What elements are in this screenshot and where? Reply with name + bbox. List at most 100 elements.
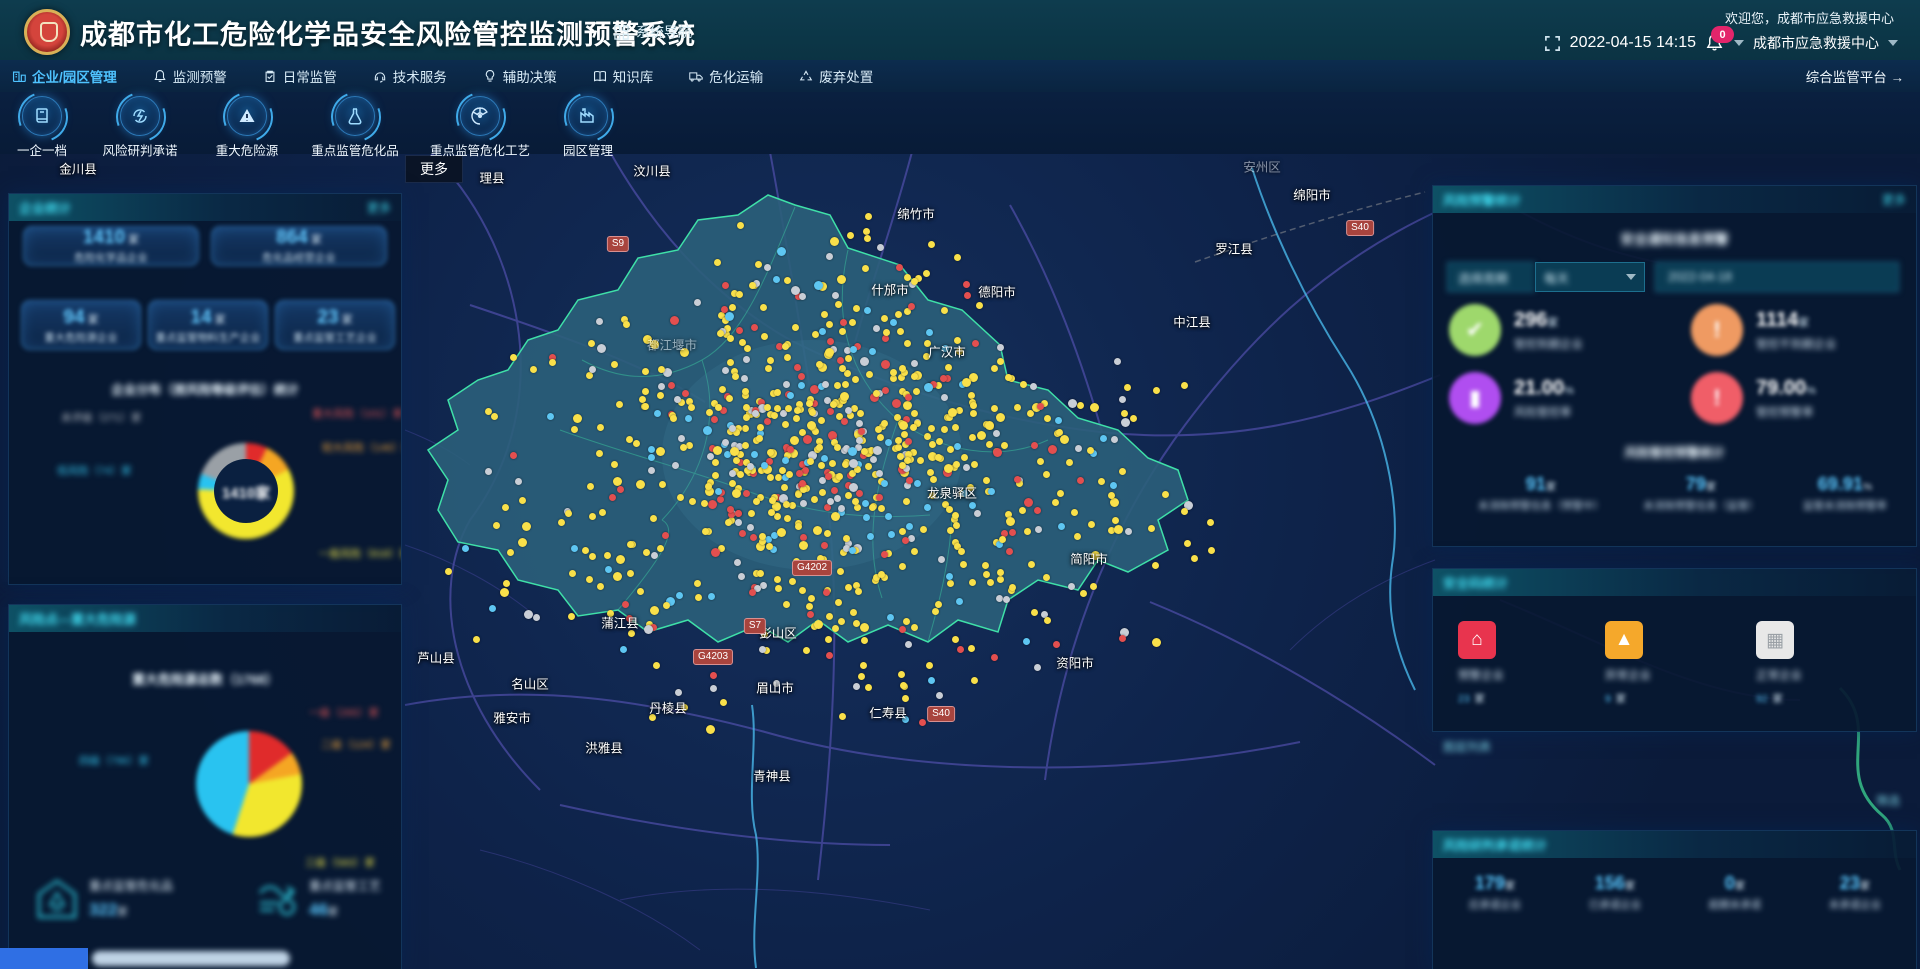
enterprise-dot[interactable] (960, 561, 967, 568)
enterprise-dot[interactable] (834, 495, 841, 502)
enterprise-dot[interactable] (926, 329, 933, 336)
enterprise-dot[interactable] (902, 537, 909, 544)
enterprise-dot[interactable] (713, 446, 722, 455)
nav-item-tech-service[interactable]: 技术服务 (373, 66, 447, 86)
subnav-item-park-management[interactable]: 园区管理 (533, 96, 643, 159)
enterprise-dot[interactable] (953, 522, 960, 529)
enterprise-dot[interactable] (837, 275, 846, 284)
enterprise-dot[interactable] (835, 301, 842, 308)
enterprise-dot[interactable] (982, 562, 989, 569)
map-overlay-left[interactable]: 图层列表 (1443, 738, 1491, 755)
enterprise-dot[interactable] (877, 434, 884, 441)
nav-item-enterprise-park[interactable]: 企业/园区管理 (12, 66, 117, 86)
enterprise-dot[interactable] (823, 589, 830, 596)
enterprise-dot[interactable] (672, 462, 679, 469)
enterprise-dot[interactable] (877, 244, 884, 251)
enterprise-dot[interactable] (654, 410, 661, 417)
enterprise-dot[interactable] (911, 624, 918, 631)
enterprise-dot[interactable] (727, 335, 734, 342)
enterprise-dot[interactable] (897, 453, 904, 460)
enterprise-dot[interactable] (675, 689, 682, 696)
enterprise-dot[interactable] (991, 405, 998, 412)
nav-item-decision-support[interactable]: 辅助决策 (483, 66, 557, 86)
enterprise-dot[interactable] (849, 547, 856, 554)
enterprise-dot[interactable] (1114, 358, 1121, 365)
enterprise-dot[interactable] (837, 568, 844, 575)
enterprise-dot[interactable] (845, 407, 852, 414)
enterprise-dot[interactable] (1005, 374, 1012, 381)
enterprise-dot[interactable] (799, 587, 806, 594)
enterprise-dot[interactable] (1024, 498, 1033, 507)
enterprise-dot[interactable] (530, 366, 537, 373)
enterprise-dot[interactable] (899, 365, 906, 372)
enterprise-dot[interactable] (811, 496, 818, 503)
enterprise-dot[interactable] (928, 241, 935, 248)
enterprise-dot[interactable] (1162, 491, 1169, 498)
enterprise-dot[interactable] (813, 526, 822, 535)
enterprise-dot[interactable] (1009, 584, 1016, 591)
enterprise-dot[interactable] (821, 542, 828, 549)
enterprise-dot[interactable] (901, 431, 908, 438)
enterprise-dot[interactable] (650, 515, 657, 522)
enterprise-dot[interactable] (827, 408, 834, 415)
nav-item-daily-supervision[interactable]: 日常监管 (263, 66, 337, 86)
enterprise-dot[interactable] (806, 400, 813, 407)
enterprise-dot[interactable] (839, 328, 846, 335)
enterprise-dot[interactable] (656, 447, 665, 456)
enterprise-dot[interactable] (845, 584, 852, 591)
enterprise-dot[interactable] (760, 582, 767, 589)
enterprise-dot[interactable] (1074, 533, 1081, 540)
enterprise-dot[interactable] (725, 312, 734, 321)
enterprise-dot[interactable] (834, 444, 841, 451)
enterprise-dot[interactable] (814, 620, 823, 629)
enterprise-dot[interactable] (753, 498, 760, 505)
enterprise-dot[interactable] (997, 569, 1004, 576)
enterprise-dot[interactable] (941, 426, 948, 433)
enterprise-dot[interactable] (617, 486, 624, 493)
enterprise-dot[interactable] (547, 413, 554, 420)
enterprise-dot[interactable] (838, 618, 845, 625)
enterprise-dot[interactable] (792, 324, 799, 331)
enterprise-dot[interactable] (727, 359, 734, 366)
enterprise-dot[interactable] (807, 421, 816, 430)
enterprise-dot[interactable] (946, 573, 953, 580)
enterprise-dot[interactable] (911, 410, 918, 417)
enterprise-dot[interactable] (784, 354, 791, 361)
enterprise-dot[interactable] (650, 606, 659, 615)
enterprise-dot[interactable] (752, 410, 759, 417)
enterprise-dot[interactable] (928, 677, 935, 684)
enterprise-dot[interactable] (956, 598, 963, 605)
enterprise-dot[interactable] (839, 713, 846, 720)
enterprise-dot[interactable] (971, 461, 978, 468)
enterprise-dot[interactable] (1208, 547, 1215, 554)
enterprise-dot[interactable] (970, 402, 977, 409)
enterprise-dot[interactable] (806, 603, 813, 610)
enterprise-dot[interactable] (873, 390, 880, 397)
enterprise-dot[interactable] (819, 328, 826, 335)
enterprise-dot[interactable] (897, 328, 904, 335)
enterprise-dot[interactable] (636, 480, 645, 489)
enterprise-dot[interactable] (825, 473, 832, 480)
enterprise-dot[interactable] (941, 307, 948, 314)
enterprise-dot[interactable] (519, 497, 526, 504)
enterprise-dot[interactable] (445, 568, 452, 575)
enterprise-dot[interactable] (783, 601, 790, 608)
enterprise-dot[interactable] (830, 237, 839, 246)
enterprise-dot[interactable] (1014, 476, 1021, 483)
enterprise-dot[interactable] (706, 725, 715, 734)
enterprise-dot[interactable] (881, 315, 888, 322)
enterprise-dot[interactable] (639, 396, 646, 403)
enterprise-dot[interactable] (775, 474, 782, 481)
enterprise-dot[interactable] (917, 457, 924, 464)
enterprise-dot[interactable] (947, 527, 954, 534)
stat-card-hazchem-enterprises[interactable]: 1410家 危险化学品企业 (23, 226, 199, 266)
enterprise-dot[interactable] (818, 462, 825, 469)
enterprise-dot[interactable] (798, 373, 805, 380)
enterprise-dot[interactable] (890, 319, 897, 326)
enterprise-dot[interactable] (739, 530, 746, 537)
enterprise-dot[interactable] (873, 446, 882, 455)
enterprise-dot[interactable] (969, 434, 976, 441)
enterprise-dot[interactable] (822, 381, 829, 388)
enterprise-dot[interactable] (589, 366, 596, 373)
more-link[interactable]: 更多 (367, 199, 391, 216)
